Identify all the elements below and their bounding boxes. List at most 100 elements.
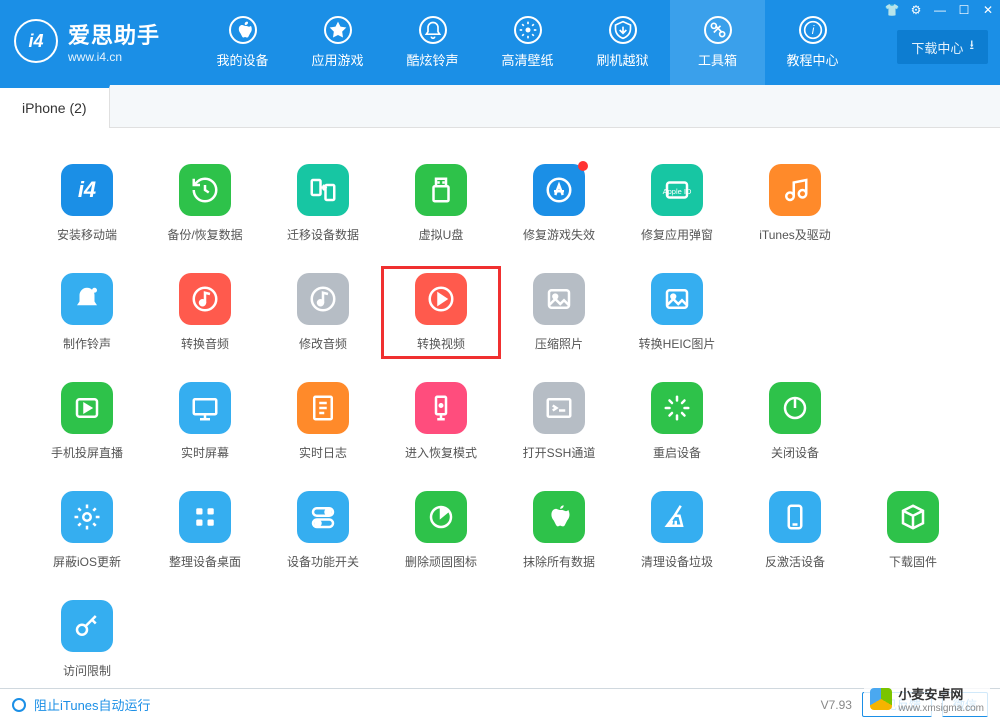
status-bar: 阻止iTunes自动运行 V7.93 意见反馈 微信: [0, 688, 1000, 720]
tool-label: 转换音频: [181, 335, 229, 352]
shirt-icon[interactable]: 👕: [880, 0, 904, 20]
tool-photo[interactable]: 转换HEIC图片: [618, 267, 736, 358]
tool-label: 删除顽固图标: [405, 553, 477, 570]
nav-icon: [229, 16, 257, 44]
nav-icon: i: [799, 16, 827, 44]
tool-cube[interactable]: 下载固件: [854, 485, 972, 576]
tool-photo[interactable]: 压缩照片: [500, 267, 618, 358]
key-icon: [61, 600, 113, 652]
music-icon: [769, 164, 821, 216]
tool-label: 修改音频: [299, 335, 347, 352]
appleid-icon: Apple ID: [651, 164, 703, 216]
block-itunes-toggle[interactable]: 阻止iTunes自动运行: [12, 695, 151, 714]
nav-label: 刷机越狱: [596, 50, 648, 69]
recovery-icon: [415, 382, 467, 434]
tool-label: 反激活设备: [765, 553, 825, 570]
tool-power[interactable]: 关闭设备: [736, 376, 854, 467]
tool-label: 访问限制: [63, 662, 111, 679]
app-title: 爱思助手: [68, 18, 160, 50]
tool-video[interactable]: 转换视频: [382, 267, 500, 358]
tool-recovery[interactable]: 进入恢复模式: [382, 376, 500, 467]
tool-apple[interactable]: 抹除所有数据: [500, 485, 618, 576]
tool-key[interactable]: 访问限制: [28, 594, 146, 685]
tool-label: 屏蔽iOS更新: [53, 553, 121, 570]
nav-label: 应用游戏: [311, 50, 363, 69]
tool-screen[interactable]: 实时屏幕: [146, 376, 264, 467]
pie-icon: [415, 491, 467, 543]
tool-label: 安装移动端: [57, 226, 117, 243]
play-icon: [61, 382, 113, 434]
tool-restore[interactable]: 备份/恢复数据: [146, 158, 264, 249]
nav-icon: [419, 16, 447, 44]
app-subtitle: www.i4.cn: [68, 50, 160, 64]
block-itunes-label: 阻止iTunes自动运行: [34, 695, 151, 714]
tool-transfer[interactable]: 迁移设备数据: [264, 158, 382, 249]
settings-icon[interactable]: ⚙: [904, 0, 928, 20]
tool-loading[interactable]: 重启设备: [618, 376, 736, 467]
cube-icon: [887, 491, 939, 543]
tool-bell[interactable]: 制作铃声: [28, 267, 146, 358]
nav-2[interactable]: 酷炫铃声: [385, 0, 480, 85]
tab-iphone[interactable]: iPhone (2): [0, 85, 110, 128]
tool-i4[interactable]: i4 安装移动端: [28, 158, 146, 249]
nav-5[interactable]: 工具箱: [670, 0, 765, 85]
restore-icon: [179, 164, 231, 216]
tool-label: 实时日志: [299, 444, 347, 461]
tool-audio[interactable]: 修改音频: [264, 267, 382, 358]
maximize-button[interactable]: ☐: [952, 0, 976, 20]
nav-label: 高清壁纸: [501, 50, 553, 69]
loading-icon: [651, 382, 703, 434]
tool-label: 进入恢复模式: [405, 444, 477, 461]
svg-text:i: i: [811, 24, 814, 37]
tool-appstore[interactable]: 修复游戏失效: [500, 158, 618, 249]
tool-label: 清理设备垃圾: [641, 553, 713, 570]
tools-grid: i4 安装移动端 备份/恢复数据迁移设备数据 虚拟U盘 修复游戏失效 Apple ID 修复…: [28, 158, 972, 685]
nav-6[interactable]: i教程中心: [765, 0, 860, 85]
audio-icon: [297, 273, 349, 325]
tool-music[interactable]: iTunes及驱动: [736, 158, 854, 249]
tool-usb[interactable]: 虚拟U盘: [382, 158, 500, 249]
tool-label: 迁移设备数据: [287, 226, 359, 243]
nav-3[interactable]: 高清壁纸: [480, 0, 575, 85]
download-icon: ⭳: [969, 36, 974, 58]
nav-0[interactable]: 我的设备: [195, 0, 290, 85]
tool-pie[interactable]: 删除顽固图标: [382, 485, 500, 576]
tool-broom[interactable]: 清理设备垃圾: [618, 485, 736, 576]
tool-label: 打开SSH通道: [523, 444, 596, 461]
nav-1[interactable]: 应用游戏: [290, 0, 385, 85]
tool-label: 压缩照片: [535, 335, 583, 352]
tool-label: 修复应用弹窗: [641, 226, 713, 243]
notification-dot-icon: [578, 161, 588, 171]
tool-label: 整理设备桌面: [169, 553, 241, 570]
tool-audio[interactable]: 转换音频: [146, 267, 264, 358]
nav-icon: [704, 16, 732, 44]
tool-ssh[interactable]: 打开SSH通道: [500, 376, 618, 467]
nav-icon: [324, 16, 352, 44]
tool-label: 下载固件: [889, 553, 937, 570]
tool-label: 实时屏幕: [181, 444, 229, 461]
tool-log[interactable]: 实时日志: [264, 376, 382, 467]
grid-icon: [179, 491, 231, 543]
audio-icon: [179, 273, 231, 325]
tool-play[interactable]: 手机投屏直播: [28, 376, 146, 467]
transfer-icon: [297, 164, 349, 216]
tool-label: 转换HEIC图片: [639, 335, 716, 352]
gear-icon: [61, 491, 113, 543]
radio-icon: [12, 698, 26, 712]
tool-grid[interactable]: 整理设备桌面: [146, 485, 264, 576]
version-label: V7.93: [821, 698, 852, 712]
nav-icon: [609, 16, 637, 44]
tool-label: 虚拟U盘: [419, 226, 464, 243]
minimize-button[interactable]: —: [928, 0, 952, 20]
tool-appleid[interactable]: Apple ID 修复应用弹窗: [618, 158, 736, 249]
close-button[interactable]: ✕: [976, 0, 1000, 20]
logo-area: i4 爱思助手 www.i4.cn: [0, 0, 195, 64]
tool-phone[interactable]: 反激活设备: [736, 485, 854, 576]
download-center-button[interactable]: 下载中心 ⭳: [897, 30, 988, 64]
tool-label: 手机投屏直播: [51, 444, 123, 461]
tool-gear[interactable]: 屏蔽iOS更新: [28, 485, 146, 576]
apple-icon: [533, 491, 585, 543]
tool-toggle[interactable]: 设备功能开关: [264, 485, 382, 576]
i4-icon: i4: [61, 164, 113, 216]
nav-4[interactable]: 刷机越狱: [575, 0, 670, 85]
